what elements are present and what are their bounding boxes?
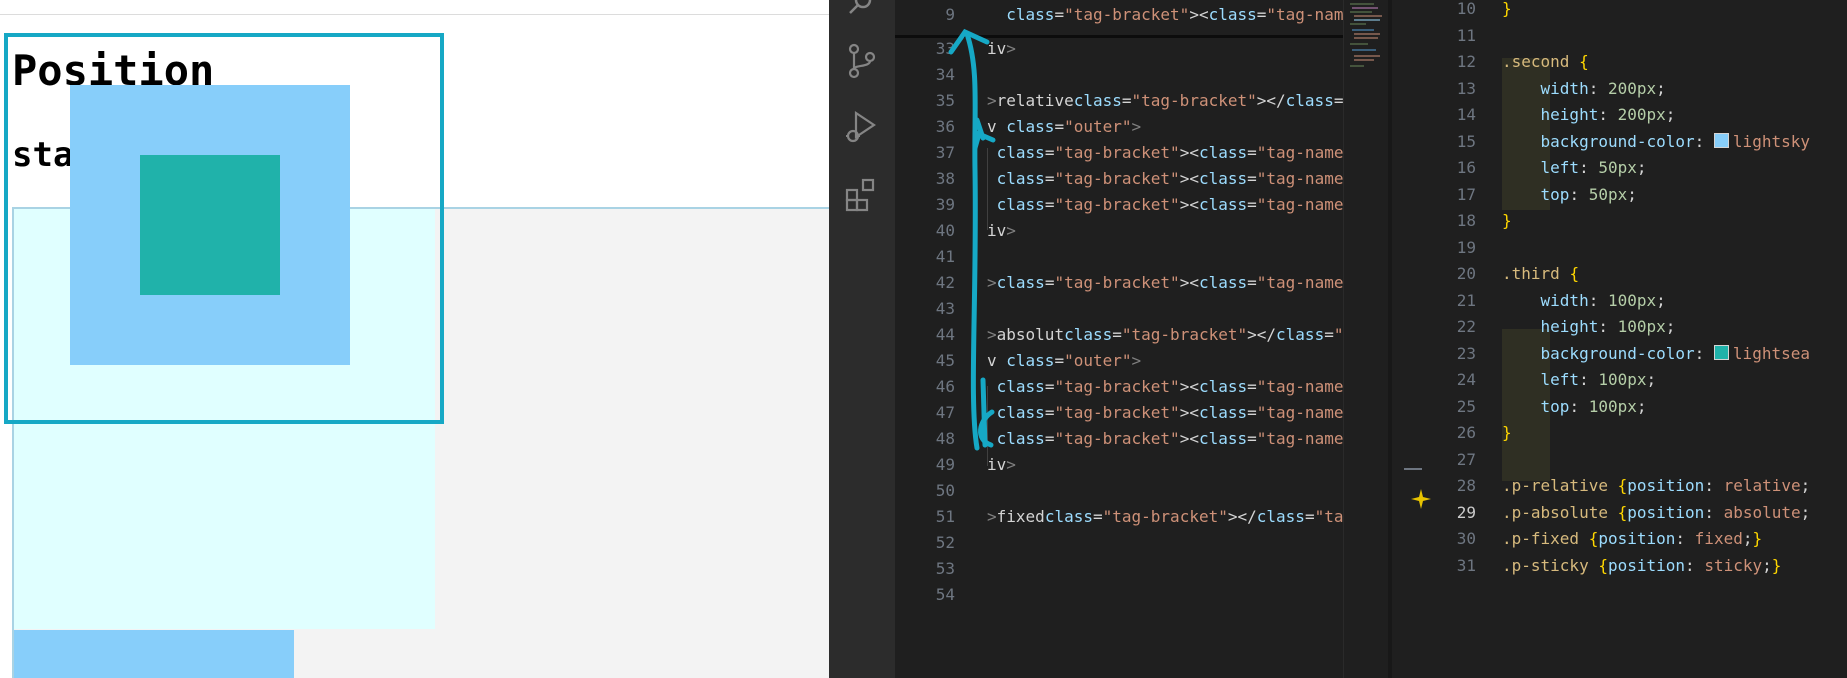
- line-number: 21: [1456, 290, 1476, 310]
- code-line[interactable]: top: 100px;: [1502, 394, 1647, 420]
- annotation-rectangle: [4, 33, 444, 424]
- code-line[interactable]: left: 50px;: [1502, 155, 1647, 181]
- code-line[interactable]: .p-relative {position: relative;: [1502, 473, 1810, 499]
- line-number: 30: [1456, 529, 1476, 548]
- line-number: 22: [1456, 317, 1476, 336]
- line-number: 25: [1456, 396, 1476, 416]
- run-debug-icon[interactable]: [843, 108, 881, 146]
- source-control-icon[interactable]: [843, 42, 881, 80]
- line-number: 13: [1456, 78, 1476, 98]
- minimap[interactable]: [1343, 0, 1389, 678]
- code-line[interactable]: background-color: lightsky: [1502, 129, 1810, 155]
- browser-preview: Position sta: [0, 0, 829, 678]
- code-line[interactable]: left: 100px;: [1502, 367, 1657, 393]
- code-line[interactable]: background-color: lightsea: [1502, 341, 1810, 367]
- code-line[interactable]: }: [1502, 420, 1512, 446]
- code-line[interactable]: .p-fixed {position: fixed;}: [1502, 526, 1762, 552]
- line-number: 18: [1456, 211, 1476, 230]
- line-number: 14: [1456, 105, 1476, 124]
- code-line[interactable]: width: 200px;: [1502, 76, 1666, 102]
- line-number: 31: [1456, 555, 1476, 575]
- line-number: 12: [1456, 52, 1476, 71]
- second-box-partial: [14, 630, 294, 678]
- line-number: 26: [1456, 423, 1476, 442]
- line-number: 17: [1456, 184, 1476, 204]
- line-number: 27: [1456, 449, 1476, 469]
- line-number: 19: [1456, 237, 1476, 257]
- code-line[interactable]: .p-sticky {position: sticky;}: [1502, 553, 1781, 579]
- line-number: 15: [1456, 131, 1476, 151]
- line-number: 23: [1456, 343, 1476, 363]
- line-number: 10: [1456, 0, 1476, 18]
- sparkle-icon[interactable]: [1410, 488, 1432, 510]
- code-line[interactable]: }: [1502, 0, 1512, 22]
- html-editor[interactable]: 9 33 34 35 36 37 38 39 40 41 42 43 44 45 46 47 48 49 50 51 5…: [895, 0, 1343, 678]
- code-line[interactable]: top: 50px;: [1502, 182, 1637, 208]
- code-line[interactable]: .third {: [1502, 261, 1579, 287]
- search-icon[interactable]: [843, 0, 881, 24]
- code-line[interactable]: .second {: [1502, 49, 1589, 75]
- code-line[interactable]: height: 200px;: [1502, 102, 1676, 128]
- line-number: 20: [1456, 264, 1476, 283]
- code-line[interactable]: width: 100px;: [1502, 288, 1666, 314]
- divider: [0, 14, 829, 15]
- line-number: 28: [1456, 476, 1476, 495]
- css-editor[interactable]: 10 11 12 13 14 15 16 17 18 19 20 21 22 23 24 25 26 27 28 29…: [1392, 0, 1847, 678]
- code-line[interactable]: }: [1502, 208, 1512, 234]
- line-number: 11: [1456, 25, 1476, 45]
- code-line[interactable]: height: 100px;: [1502, 314, 1676, 340]
- line-number: 29: [1456, 502, 1476, 522]
- activity-bar: [829, 0, 895, 678]
- code-line[interactable]: .p-absolute {position: absolute;: [1502, 500, 1810, 526]
- annotation-arrows: [948, 28, 996, 451]
- extensions-icon[interactable]: [843, 176, 881, 214]
- line-number: 24: [1456, 370, 1476, 389]
- line-number: 16: [1456, 158, 1476, 177]
